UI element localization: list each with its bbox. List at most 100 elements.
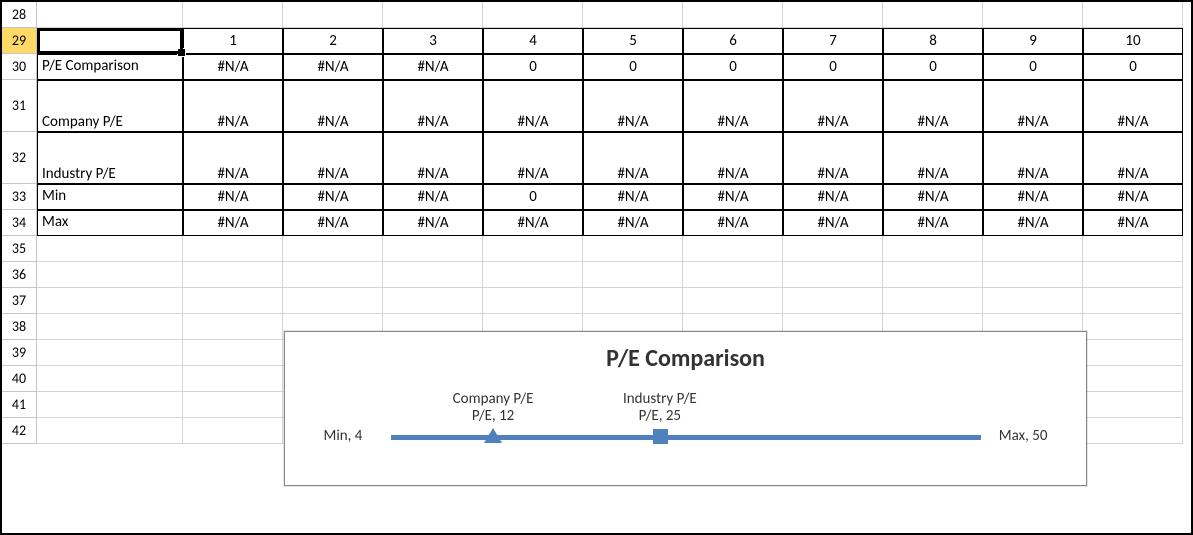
data-cell[interactable]: 0 — [583, 54, 683, 80]
data-cell[interactable]: #N/A — [683, 80, 783, 132]
data-cell[interactable]: #N/A — [283, 80, 383, 132]
data-cell[interactable]: #N/A — [1083, 184, 1183, 210]
cell[interactable] — [183, 2, 283, 28]
data-cell[interactable]: #N/A — [883, 80, 983, 132]
data-cell[interactable]: 0 — [683, 54, 783, 80]
cell[interactable] — [183, 418, 283, 444]
row-label-cell[interactable]: Max — [37, 210, 183, 236]
data-cell[interactable]: #N/A — [783, 80, 883, 132]
data-cell[interactable]: #N/A — [383, 184, 483, 210]
cell[interactable] — [883, 2, 983, 28]
data-cell[interactable]: #N/A — [883, 210, 983, 236]
row-header[interactable]: 28 — [2, 2, 37, 28]
data-cell[interactable]: #N/A — [283, 132, 383, 184]
data-cell[interactable]: #N/A — [383, 80, 483, 132]
cell[interactable] — [983, 262, 1083, 288]
data-cell[interactable]: #N/A — [683, 184, 783, 210]
col-header-cell[interactable]: 6 — [683, 28, 783, 54]
row-header[interactable]: 31 — [2, 80, 37, 132]
cell[interactable] — [1083, 262, 1183, 288]
cell[interactable] — [483, 236, 583, 262]
data-cell[interactable]: #N/A — [383, 210, 483, 236]
cell[interactable] — [1083, 288, 1183, 314]
col-header-cell[interactable]: 7 — [783, 28, 883, 54]
col-header-cell[interactable]: 10 — [1083, 28, 1183, 54]
cell[interactable] — [383, 236, 483, 262]
cell[interactable] — [983, 2, 1083, 28]
data-cell[interactable]: #N/A — [583, 210, 683, 236]
cell[interactable] — [1083, 2, 1183, 28]
row-header[interactable]: 34 — [2, 210, 37, 236]
cell[interactable] — [483, 2, 583, 28]
data-cell[interactable]: #N/A — [683, 210, 783, 236]
row-label-cell[interactable]: Company P/E — [37, 80, 183, 132]
cell[interactable] — [483, 288, 583, 314]
data-cell[interactable]: #N/A — [483, 132, 583, 184]
cell[interactable] — [883, 288, 983, 314]
cell[interactable] — [37, 340, 183, 366]
col-header-cell[interactable]: 5 — [583, 28, 683, 54]
row-header[interactable]: 38 — [2, 314, 37, 340]
data-cell[interactable]: #N/A — [783, 210, 883, 236]
row-header[interactable]: 42 — [2, 418, 37, 444]
data-cell[interactable]: #N/A — [983, 132, 1083, 184]
cell[interactable] — [683, 288, 783, 314]
cell[interactable] — [383, 262, 483, 288]
data-cell[interactable]: #N/A — [183, 132, 283, 184]
data-cell[interactable]: #N/A — [483, 80, 583, 132]
cell[interactable] — [683, 2, 783, 28]
row-header[interactable]: 40 — [2, 366, 37, 392]
row-label-cell[interactable]: Industry P/E — [37, 132, 183, 184]
row-label-cell[interactable]: Min — [37, 184, 183, 210]
cell[interactable] — [183, 288, 283, 314]
cell[interactable] — [37, 392, 183, 418]
cell[interactable] — [783, 236, 883, 262]
cell[interactable] — [783, 262, 883, 288]
cell[interactable] — [483, 262, 583, 288]
data-cell[interactable]: #N/A — [983, 184, 1083, 210]
col-header-cell[interactable]: 1 — [183, 28, 283, 54]
cell[interactable] — [1083, 392, 1183, 418]
active-cell[interactable] — [37, 28, 183, 54]
data-cell[interactable]: 0 — [983, 54, 1083, 80]
row-header[interactable]: 36 — [2, 262, 37, 288]
cell[interactable] — [583, 2, 683, 28]
cell[interactable] — [37, 236, 183, 262]
cell[interactable] — [683, 262, 783, 288]
data-cell[interactable]: #N/A — [983, 80, 1083, 132]
data-cell[interactable]: #N/A — [583, 132, 683, 184]
cell[interactable] — [783, 288, 883, 314]
data-cell[interactable]: #N/A — [583, 184, 683, 210]
cell[interactable] — [283, 2, 383, 28]
data-cell[interactable]: #N/A — [183, 184, 283, 210]
cell[interactable] — [783, 2, 883, 28]
cell[interactable] — [183, 366, 283, 392]
col-header-cell[interactable]: 4 — [483, 28, 583, 54]
data-cell[interactable]: #N/A — [983, 210, 1083, 236]
cell[interactable] — [37, 2, 183, 28]
cell[interactable] — [183, 262, 283, 288]
chart-container[interactable]: P/E Comparison Min, 4 Max, 50 Company P/… — [284, 331, 1087, 486]
row-header[interactable]: 33 — [2, 184, 37, 210]
col-header-cell[interactable]: 9 — [983, 28, 1083, 54]
data-cell[interactable]: #N/A — [883, 132, 983, 184]
data-cell[interactable]: #N/A — [1083, 80, 1183, 132]
col-header-cell[interactable]: 2 — [283, 28, 383, 54]
data-cell[interactable]: #N/A — [383, 54, 483, 80]
row-header[interactable]: 29 — [2, 28, 37, 54]
cell[interactable] — [283, 288, 383, 314]
cell[interactable] — [37, 288, 183, 314]
data-cell[interactable]: #N/A — [383, 132, 483, 184]
cell[interactable] — [37, 314, 183, 340]
data-cell[interactable]: #N/A — [183, 80, 283, 132]
data-cell[interactable]: 0 — [483, 184, 583, 210]
row-label-cell[interactable]: P/E Comparison — [37, 54, 183, 80]
cell[interactable] — [683, 236, 783, 262]
cell[interactable] — [1083, 418, 1183, 444]
data-cell[interactable]: #N/A — [1083, 132, 1183, 184]
cell[interactable] — [183, 236, 283, 262]
data-cell[interactable]: #N/A — [683, 132, 783, 184]
data-cell[interactable]: 0 — [483, 54, 583, 80]
row-header[interactable]: 41 — [2, 392, 37, 418]
data-cell[interactable]: #N/A — [283, 184, 383, 210]
